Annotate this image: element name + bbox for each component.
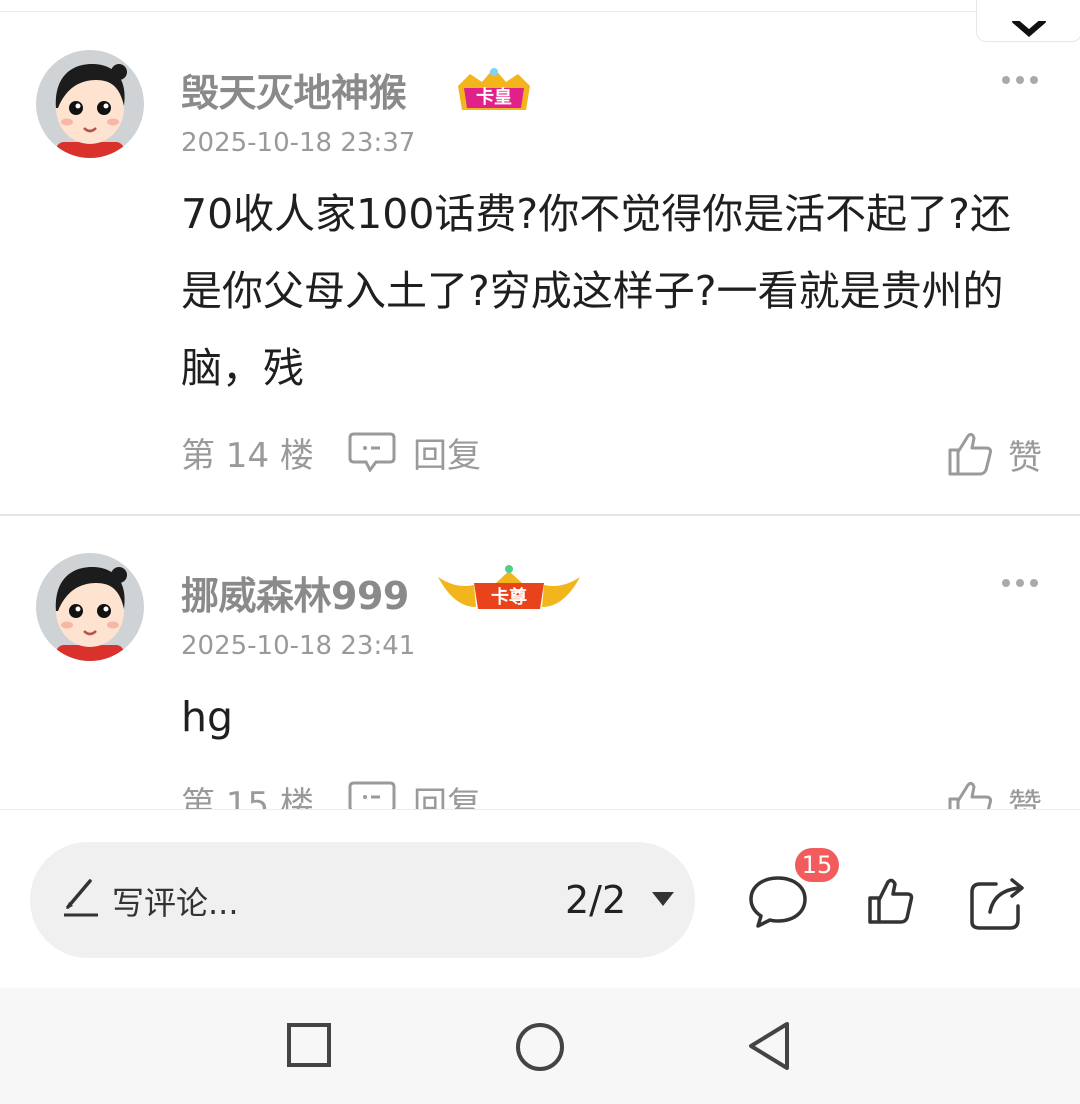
share-icon[interactable] <box>968 874 1026 932</box>
comment-list[interactable]: 毁天灭地神猴 卡皇 2025-10-18 23:37 70收人家100话费?你不… <box>0 12 1080 809</box>
comment-placeholder: 写评论... <box>112 884 239 922</box>
thumbs-up-icon[interactable] <box>866 876 916 926</box>
comment-time: 2025-10-18 23:37 <box>181 128 416 158</box>
vip-badge: 卡皇 <box>452 66 536 116</box>
comment-divider <box>0 514 1080 516</box>
comment-time: 2025-10-18 23:41 <box>181 631 416 661</box>
comments-icon[interactable] <box>748 874 808 930</box>
comment-count-badge: 15 <box>795 848 839 882</box>
reply-icon[interactable] <box>348 432 396 472</box>
bottom-action-bar: 写评论... 2/2 15 <box>0 809 1080 988</box>
write-comment-input[interactable]: 写评论... 2/2 <box>30 842 695 958</box>
reply-button[interactable]: 回复 <box>413 777 481 809</box>
like-button[interactable]: 赞 <box>1008 779 1042 809</box>
more-icon[interactable] <box>1000 72 1040 88</box>
floor-number: 第 15 楼 <box>181 785 314 809</box>
reply-icon[interactable] <box>348 781 396 809</box>
home-icon[interactable] <box>514 1021 566 1073</box>
recent-apps-icon[interactable] <box>286 1022 332 1068</box>
system-nav-bar <box>0 988 1080 1104</box>
back-icon[interactable] <box>745 1020 793 1072</box>
reply-button[interactable]: 回复 <box>413 428 481 477</box>
thumbs-up-icon[interactable] <box>946 430 994 478</box>
more-icon[interactable] <box>1000 575 1040 591</box>
badge-label: 卡尊 <box>491 587 527 608</box>
dropdown-icon[interactable] <box>650 890 676 908</box>
avatar[interactable] <box>36 553 144 661</box>
username[interactable]: 挪威森林999 <box>181 565 409 620</box>
thumbs-up-icon[interactable] <box>946 779 994 809</box>
floor-number: 第 14 楼 <box>181 436 314 476</box>
comment-content: 70收人家100话费?你不觉得你是活不起了?还是你父母入土了?穷成这样子?一看就… <box>181 190 1011 392</box>
page-indicator[interactable]: 2/2 <box>565 878 626 922</box>
badge-label: 卡皇 <box>476 87 512 108</box>
like-button[interactable]: 赞 <box>1008 430 1042 479</box>
pen-icon <box>64 879 98 917</box>
comment-content: hg <box>181 693 234 741</box>
username[interactable]: 毁天灭地神猴 <box>181 62 407 117</box>
vip-badge: 卡尊 <box>436 563 582 621</box>
avatar[interactable] <box>36 50 144 158</box>
